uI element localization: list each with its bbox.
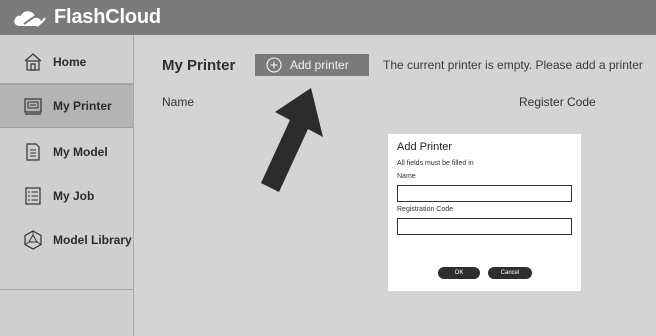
list-icon (25, 187, 41, 205)
page-title: My Printer (162, 57, 236, 74)
sidebar-item-my-job[interactable]: My Job (0, 174, 133, 218)
sidebar-item-home[interactable]: Home (0, 40, 133, 84)
empty-message: The current printer is empty. Please add… (383, 58, 643, 72)
name-field[interactable] (397, 185, 572, 202)
add-printer-label: Add printer (290, 58, 349, 72)
dialog-title: Add Printer (397, 141, 453, 153)
column-header-name: Name (162, 95, 195, 109)
sidebar-item-my-printer[interactable]: My Printer (0, 84, 133, 128)
registration-code-field-label: Registration Code (397, 206, 454, 213)
sidebar-item-label: My Printer (53, 99, 112, 113)
document-icon (26, 143, 40, 161)
name-field-label: Name (397, 173, 416, 180)
dialog-note: All fields must be filled in (397, 160, 474, 167)
top-bar: FlashCloud (0, 0, 656, 35)
sidebar-item-label: Home (53, 55, 87, 69)
ok-button[interactable]: OK (438, 267, 480, 279)
cancel-button[interactable]: Cancel (488, 267, 532, 279)
printer-icon (24, 98, 42, 115)
pointer-arrow-icon (261, 88, 323, 192)
sidebar: Home My Printer My Model My Job Model Li… (0, 35, 134, 336)
sidebar-item-model-library[interactable]: Model Library (0, 218, 133, 262)
add-printer-dialog: Add Printer All fields must be filled in… (388, 134, 581, 291)
sidebar-divider (0, 289, 133, 290)
sidebar-item-my-model[interactable]: My Model (0, 130, 133, 174)
model-library-icon (24, 230, 42, 250)
sidebar-item-label: My Model (53, 145, 108, 159)
sidebar-item-label: My Job (53, 189, 95, 203)
cloud-logo-icon (14, 11, 46, 27)
sidebar-item-label: Model Library (53, 233, 132, 247)
registration-code-field[interactable] (397, 218, 572, 235)
add-printer-button[interactable]: Add printer (255, 54, 369, 76)
plus-circle-icon (266, 57, 282, 73)
column-header-register-code: Register Code (519, 95, 596, 109)
app-brand: FlashCloud (54, 6, 161, 28)
home-icon (24, 53, 42, 71)
